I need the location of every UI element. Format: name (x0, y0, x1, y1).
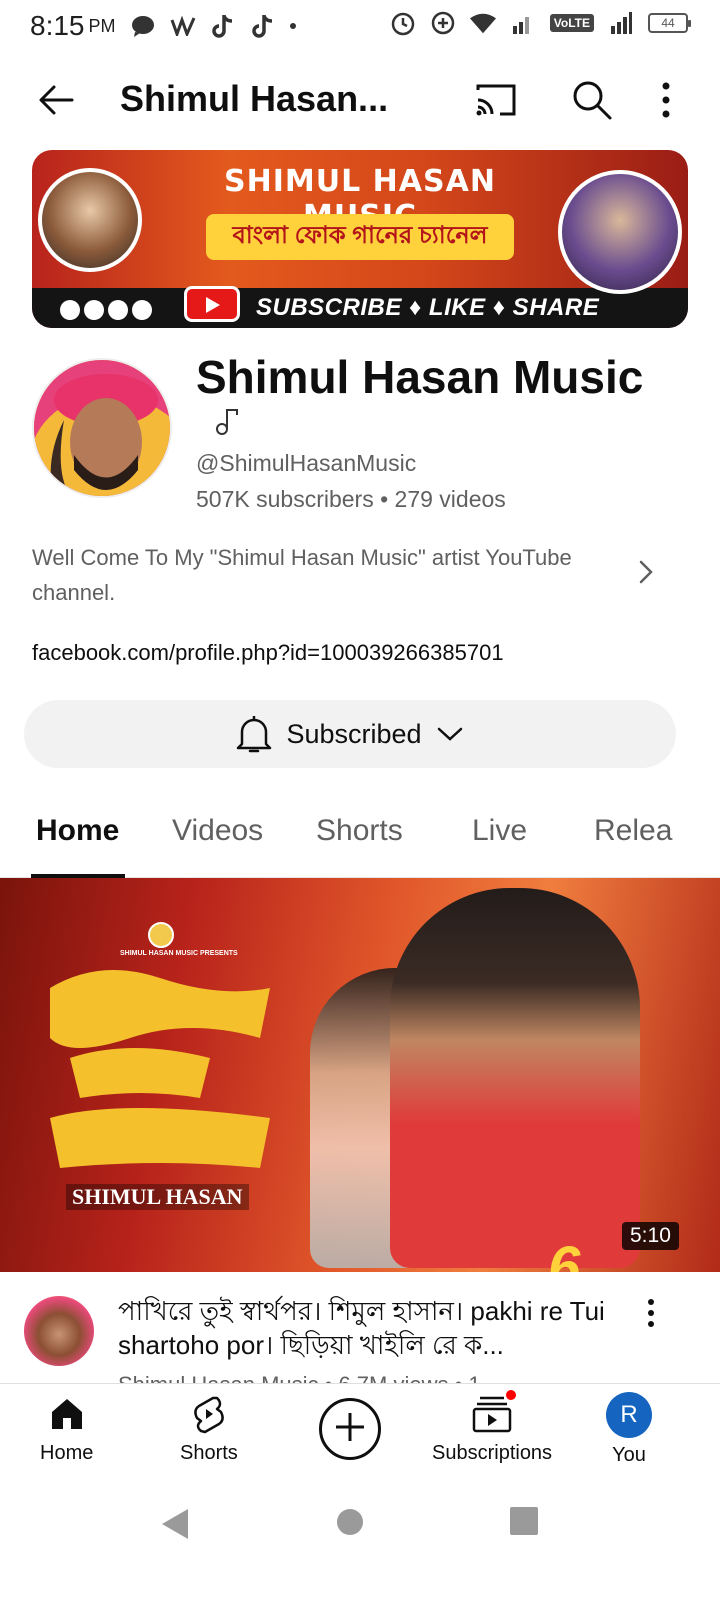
channel-handle: @ShimulHasanMusic (196, 450, 417, 476)
nav-shorts[interactable]: Shorts (180, 1392, 238, 1465)
search-icon[interactable] (570, 78, 614, 122)
alarm-icon (390, 10, 416, 36)
tab-home[interactable]: Home (36, 814, 119, 848)
notification-icons (130, 13, 296, 39)
channel-external-link[interactable]: facebook.com/profile.php?id=100039266385… (32, 640, 504, 666)
system-navigation-bar (0, 1483, 720, 1612)
channel-avatar[interactable] (32, 358, 172, 498)
back-arrow-icon[interactable] (34, 78, 78, 122)
thumbnail-presents: SHIMUL HASAN MUSIC PRESENTS (120, 950, 238, 957)
status-ampm: PM (88, 15, 116, 36)
chevron-right-icon[interactable] (636, 556, 656, 588)
chevron-down-icon (436, 724, 464, 744)
tiktok-icon (250, 13, 276, 39)
signal-icon (510, 10, 536, 36)
plus-icon (333, 1410, 367, 1449)
nav-home-label: Home (40, 1442, 94, 1464)
chat-bubble-icon (130, 13, 156, 39)
home-icon (45, 1392, 89, 1436)
nav-subscriptions[interactable]: Subscriptions (432, 1388, 553, 1465)
thumbnail-channel-logo (148, 922, 174, 948)
banner-avatar-left (38, 168, 142, 272)
status-bar: 8:15 PM VoLTE 44 (0, 0, 720, 52)
youtube-small-icon (84, 300, 104, 320)
bottom-navigation: Home Shorts Subscriptions R You (0, 1383, 720, 1483)
create-button[interactable] (319, 1398, 381, 1460)
system-back-icon[interactable] (160, 1507, 190, 1541)
page-title: Shimul Hasan... (120, 78, 389, 119)
system-home-icon[interactable] (337, 1509, 363, 1535)
channel-tabs: Home Videos Shorts Live Relea (0, 790, 720, 878)
tiktok-icon (210, 13, 236, 39)
account-avatar: R (606, 1392, 652, 1438)
nav-home[interactable]: Home (40, 1392, 93, 1465)
cast-icon[interactable] (474, 80, 518, 120)
signal-icon (608, 10, 634, 36)
music-note-icon (214, 406, 240, 436)
tab-live[interactable]: Live (472, 814, 527, 848)
telegram-icon (108, 300, 128, 320)
subscriptions-icon (470, 1388, 519, 1436)
video-channel-avatar[interactable] (24, 1296, 94, 1366)
system-status-icons: VoLTE 44 (390, 10, 691, 36)
nav-you-label: You (612, 1444, 646, 1466)
bell-icon (236, 714, 272, 754)
channel-banner: SHIMUL HASAN MUSIC বাংলা ফোক গানের চ্যান… (32, 150, 688, 328)
new-content-dot (504, 1388, 519, 1402)
volte-badge: VoLTE (549, 14, 594, 32)
thumbnail-views-badge: 6 (548, 1235, 581, 1272)
banner-social-icons (60, 300, 152, 320)
channel-name: Shimul Hasan Music (196, 351, 644, 403)
thumbnail-artist-name: SHIMUL HASAN (66, 1184, 249, 1210)
banner-tagline: বাংলা ফোক গানের চ্যানেল (206, 214, 514, 260)
wave-app-icon (170, 13, 196, 39)
subscribed-label: Subscribed (286, 718, 422, 749)
tab-releases[interactable]: Relea (594, 814, 672, 848)
video-duration: 5:10 (622, 1222, 679, 1250)
channel-stats: 507K subscribers • 279 videos (196, 486, 506, 512)
video-title[interactable]: পাখিরে তুই স্বার্থপর। শিমুল হাসান। pakhi… (118, 1294, 618, 1362)
youtube-logo-icon (184, 286, 240, 322)
nav-subscriptions-label: Subscriptions (432, 1442, 553, 1464)
instagram-icon (60, 300, 80, 320)
thumbnail-figure-male (390, 888, 640, 1268)
wifi-icon (469, 10, 496, 36)
data-saver-icon (430, 10, 456, 36)
thumbnail-title-art (50, 970, 270, 1168)
banner-avatar-right (558, 170, 682, 294)
system-recents-icon[interactable] (510, 1507, 538, 1535)
status-time: 8:15 (30, 10, 85, 41)
nav-shorts-label: Shorts (180, 1442, 238, 1464)
facebook-icon (132, 300, 152, 320)
top-app-bar: Shimul Hasan... (0, 62, 720, 138)
tab-videos[interactable]: Videos (172, 814, 263, 848)
more-notifications-dot (289, 23, 296, 29)
tab-shorts[interactable]: Shorts (316, 814, 403, 848)
battery-icon: 44 (648, 13, 691, 33)
channel-description[interactable]: Well Come To My "Shimul Hasan Music" art… (32, 540, 622, 610)
more-vert-icon[interactable] (656, 78, 676, 122)
video-thumbnail[interactable]: SHIMUL HASAN MUSIC PRESENTS SHIMUL HASAN… (0, 878, 720, 1272)
subscribed-button[interactable]: Subscribed (24, 700, 676, 768)
video-more-icon[interactable] (646, 1298, 656, 1328)
nav-you[interactable]: R You (606, 1392, 652, 1467)
shorts-icon (187, 1392, 231, 1436)
banner-cta: SUBSCRIBE ♦ LIKE ♦ SHARE (256, 294, 600, 321)
